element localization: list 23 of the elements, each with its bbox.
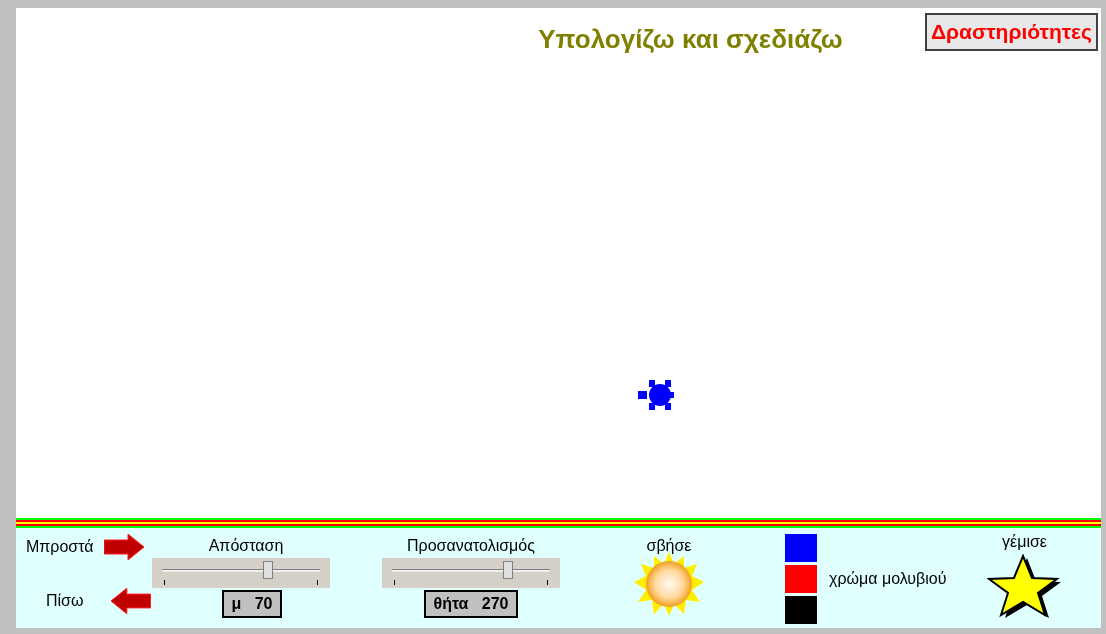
- slider[interactable]: [382, 558, 560, 588]
- distance-value: μ 70: [221, 590, 283, 618]
- slider[interactable]: [152, 558, 330, 588]
- heading-label: Προσανατολισμός: [407, 536, 535, 556]
- left-arrow-icon[interactable]: [111, 588, 151, 614]
- activities-button[interactable]: Δραστηριότητες: [924, 13, 1098, 51]
- heading-value: θήτα 270: [423, 590, 519, 618]
- page-title: Υπολογίζω και σχεδιάζω: [538, 23, 843, 56]
- turtle-icon: [638, 378, 676, 412]
- sun-icon[interactable]: [632, 552, 706, 616]
- right-arrow-icon[interactable]: [103, 534, 144, 560]
- erase-label: σβήσε: [646, 536, 692, 556]
- pen-color-swatch[interactable]: [785, 534, 817, 562]
- pen-color-label: χρώμα μολυβιού: [829, 569, 947, 589]
- back-label: Πίσω: [46, 591, 84, 611]
- slider-thumb[interactable]: [503, 561, 513, 579]
- pen-color-swatch[interactable]: [785, 565, 817, 593]
- forward-label: Μπροστά: [26, 537, 94, 557]
- pen-color-swatch[interactable]: [785, 596, 817, 624]
- distance-label: Απόσταση: [208, 536, 284, 556]
- star-icon[interactable]: [986, 554, 1063, 620]
- fill-label: γέμισε: [1002, 532, 1047, 552]
- slider-thumb[interactable]: [262, 561, 273, 579]
